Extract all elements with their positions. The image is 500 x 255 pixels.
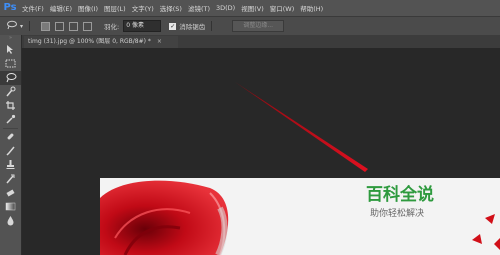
canvas-area[interactable]: 百科全说 助你轻松解决 xyxy=(22,48,500,255)
baike-watermark: 百科全说 助你轻松解决 xyxy=(350,176,450,226)
refine-edge-button[interactable]: 调整边缘... xyxy=(232,20,285,32)
menu-select[interactable]: 选择(S) xyxy=(160,3,182,13)
menu-file[interactable]: 文件(F) xyxy=(22,3,44,13)
healing-brush-icon[interactable] xyxy=(0,130,21,144)
history-brush-icon[interactable] xyxy=(0,172,21,186)
menu-window[interactable]: 窗口(W) xyxy=(270,3,295,13)
subtract-from-selection-button[interactable] xyxy=(69,21,79,31)
document-tab-bar: timg (31).jpg @ 100% (图层 0, RGB/8#) * × xyxy=(22,35,500,48)
menu-filter[interactable]: 滤镜(T) xyxy=(188,3,210,13)
move-icon[interactable] xyxy=(0,43,21,57)
menu-type[interactable]: 文字(Y) xyxy=(132,3,154,13)
feather-input[interactable]: 0 像素 xyxy=(123,20,162,32)
menu-edit[interactable]: 编辑(E) xyxy=(50,3,72,13)
feather-label: 羽化: xyxy=(104,23,120,31)
lasso-preset-icon[interactable] xyxy=(6,20,18,33)
options-divider-2 xyxy=(211,21,213,31)
watermark-subtitle: 助你轻松解决 xyxy=(370,209,425,219)
close-tab-icon[interactable]: × xyxy=(157,38,162,45)
menu-bar: Ps 文件(F) 编辑(E) 图像(I) 图层(L) 文字(Y) 选择(S) 滤… xyxy=(0,0,500,16)
intersect-selection-button[interactable] xyxy=(83,21,93,31)
menu-view[interactable]: 视图(V) xyxy=(241,3,264,13)
brush-icon[interactable] xyxy=(0,144,21,158)
tool-divider xyxy=(3,128,18,129)
add-to-selection-button[interactable] xyxy=(55,21,65,31)
eraser-icon[interactable] xyxy=(0,186,21,200)
new-selection-button[interactable] xyxy=(41,21,51,31)
marquee-icon[interactable] xyxy=(0,57,21,71)
photoshop-logo: Ps xyxy=(3,2,17,13)
antialias-checkbox[interactable]: ✓ xyxy=(169,22,177,30)
gradient-icon[interactable] xyxy=(0,200,21,214)
options-divider xyxy=(29,21,31,31)
tools-panel: » xyxy=(0,35,22,255)
watermark-title: 百科全说 xyxy=(366,185,434,205)
crop-icon[interactable] xyxy=(0,99,21,113)
quick-select-icon[interactable] xyxy=(0,85,21,99)
menu-3d[interactable]: 3D(D) xyxy=(216,4,235,12)
antialias-label: 消除锯齿 xyxy=(179,23,206,31)
menu-image[interactable]: 图像(I) xyxy=(78,3,98,13)
blur-icon[interactable] xyxy=(0,214,21,228)
document-tab-title: timg (31).jpg @ 100% (图层 0, RGB/8#) * xyxy=(28,38,151,45)
panel-collapse-icon[interactable]: » xyxy=(0,35,21,43)
lasso-icon[interactable] xyxy=(0,71,21,85)
document-tab[interactable]: timg (31).jpg @ 100% (图层 0, RGB/8#) * × xyxy=(24,36,178,48)
menu-layer[interactable]: 图层(L) xyxy=(104,3,126,13)
preset-dropdown-icon[interactable]: ▾ xyxy=(20,23,23,30)
eyedropper-icon[interactable] xyxy=(0,113,21,127)
clone-stamp-icon[interactable] xyxy=(0,158,21,172)
options-bar: ▾ 羽化: 0 像素 ✓ 消除锯齿 调整边缘... xyxy=(0,16,500,36)
menu-help[interactable]: 帮助(H) xyxy=(300,3,323,13)
